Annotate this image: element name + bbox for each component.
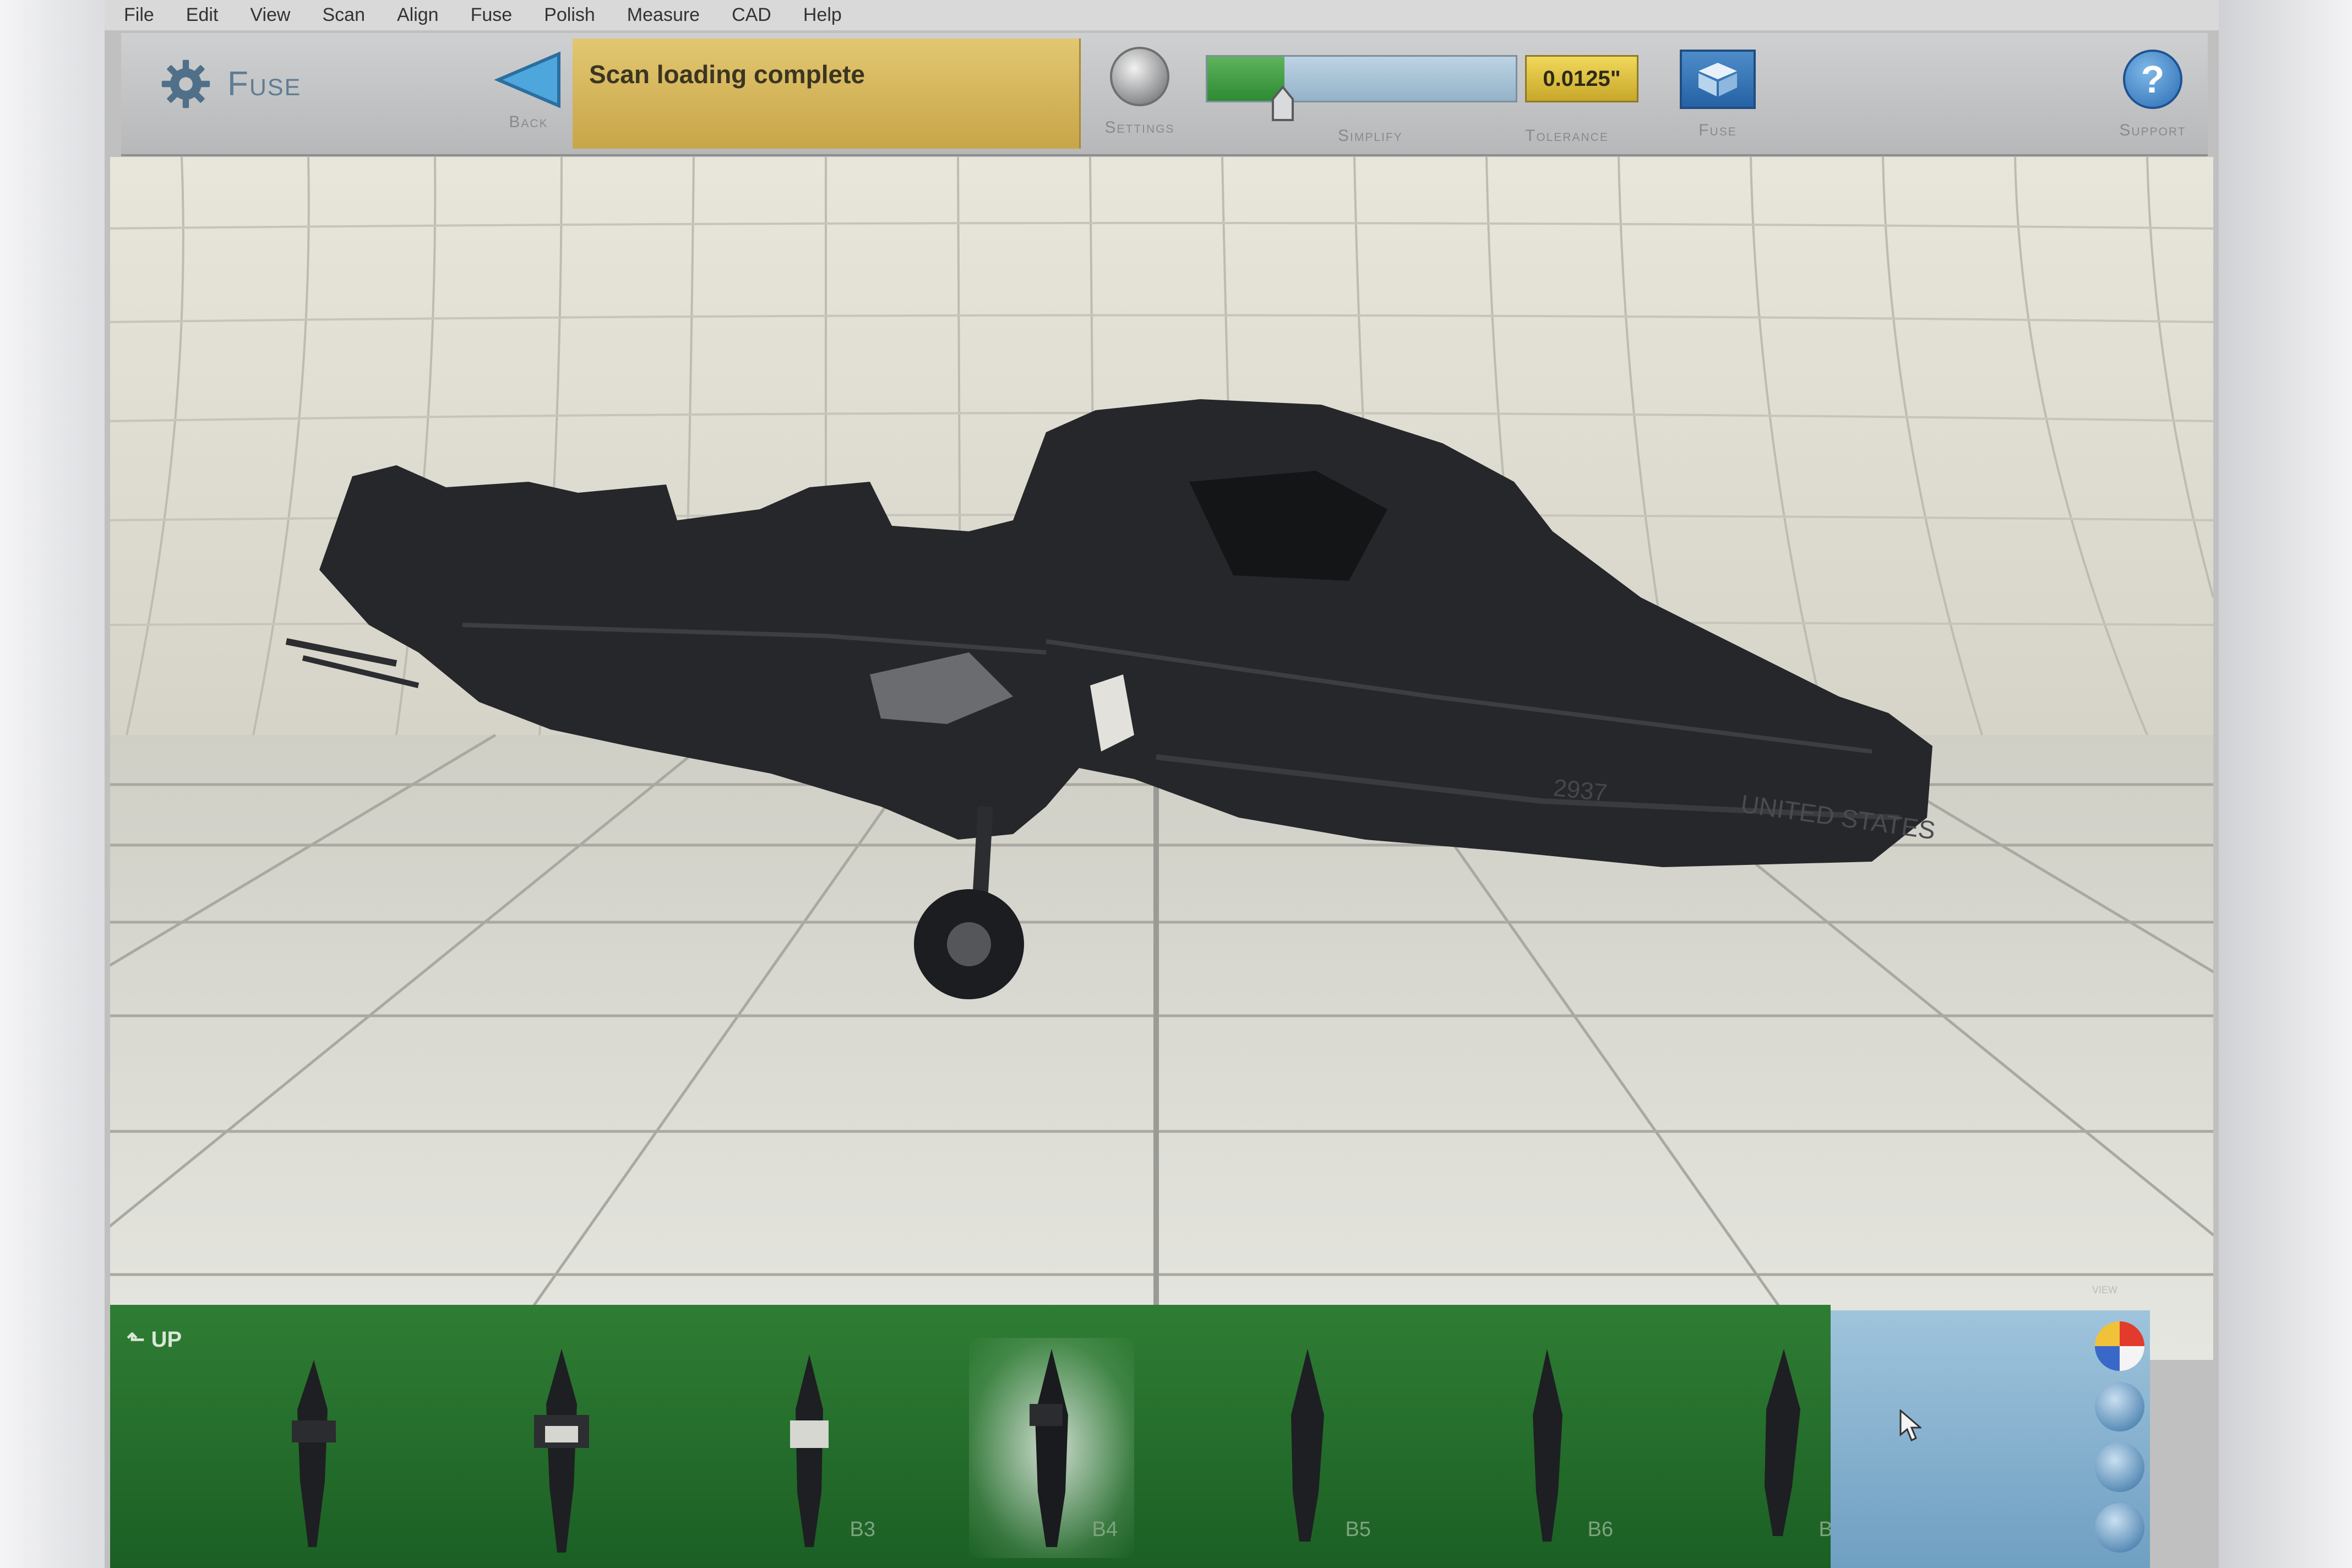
- scan-thumbnail[interactable]: B6: [1464, 1338, 1630, 1558]
- thumbnail-label: B4: [1092, 1518, 1118, 1541]
- settings-label: Settings: [1104, 118, 1175, 137]
- color-wheel-icon[interactable]: [2095, 1321, 2144, 1371]
- view-orb-button[interactable]: [2095, 1382, 2144, 1431]
- cube-icon: [1680, 50, 1756, 109]
- app-name: Fuse: [227, 65, 302, 103]
- toolbar: Fuse Back Scan loading complete Settings…: [121, 33, 2208, 156]
- mouse-cursor-icon: [1899, 1409, 1921, 1442]
- app-title: Fuse: [160, 58, 301, 110]
- thumbnail-label: B6: [1587, 1518, 1613, 1541]
- thumbnail-label: B3: [850, 1518, 875, 1541]
- scan-thumbnail[interactable]: [479, 1338, 644, 1558]
- monitor-bezel-right: [2219, 0, 2352, 1568]
- back-arrow-icon: [494, 51, 560, 108]
- monitor-bezel-left: [0, 0, 105, 1568]
- bottom-panel: ⬑ UP B3 B4 B5 B6: [110, 1305, 2213, 1568]
- screen: File Edit View Scan Align Fuse Polish Me…: [105, 0, 2219, 1568]
- tolerance-value: 0.0125": [1543, 66, 1621, 91]
- support-label: Support: [2119, 121, 2186, 139]
- menu-fuse[interactable]: Fuse: [471, 4, 513, 26]
- status-message: Scan loading complete: [589, 60, 865, 89]
- simplify-control: 0.0125" Simplify Tolerance: [1206, 55, 1646, 149]
- svg-text:2937: 2937: [1552, 774, 1608, 807]
- simplify-slider[interactable]: [1206, 55, 1517, 102]
- menu-polish[interactable]: Polish: [544, 4, 595, 26]
- back-button[interactable]: Back: [473, 50, 584, 149]
- tolerance-field[interactable]: 0.0125": [1525, 55, 1638, 102]
- menu-align[interactable]: Align: [397, 4, 439, 26]
- settings-button[interactable]: Settings: [1085, 47, 1195, 146]
- menu-file[interactable]: File: [124, 4, 154, 26]
- menu-scan[interactable]: Scan: [322, 4, 365, 26]
- simplify-label: Simplify: [1338, 127, 1403, 145]
- back-label: Back: [509, 113, 548, 131]
- menu-view[interactable]: View: [250, 4, 290, 26]
- gear-icon: [161, 59, 210, 108]
- menu-help[interactable]: Help: [803, 4, 842, 26]
- fuse-button[interactable]: Fuse: [1663, 50, 1773, 149]
- up-button[interactable]: ⬑ UP: [127, 1327, 182, 1352]
- menu-bar: File Edit View Scan Align Fuse Polish Me…: [105, 0, 2219, 30]
- scan-thumbnail[interactable]: [231, 1338, 396, 1558]
- scan-thumbnail[interactable]: B5: [1222, 1338, 1387, 1558]
- view-orb-button[interactable]: [2095, 1442, 2144, 1492]
- menu-measure[interactable]: Measure: [627, 4, 700, 26]
- up-label: UP: [151, 1327, 182, 1352]
- thumbnail-label: B5: [1345, 1518, 1371, 1541]
- settings-knob-icon: [1110, 47, 1169, 106]
- scan-thumbnail-selected[interactable]: B4: [969, 1338, 1134, 1558]
- helicopter-thumbnail-icon: [534, 1349, 589, 1553]
- view-orb-button[interactable]: [2095, 1503, 2144, 1553]
- slider-handle-icon[interactable]: [1271, 86, 1295, 121]
- scan-thumbnail[interactable]: B3: [727, 1338, 892, 1558]
- menu-edit[interactable]: Edit: [186, 4, 219, 26]
- 3d-viewport[interactable]: UNITED STATES 2937 view: [110, 157, 2213, 1360]
- viewport-scene: UNITED STATES 2937: [110, 157, 2213, 1360]
- view-controls-panel: [1831, 1310, 2150, 1568]
- help-icon: ?: [2123, 50, 2182, 109]
- view-label: view: [2092, 1280, 2118, 1297]
- up-arrow-icon: ⬑: [127, 1327, 145, 1352]
- scan-thumbnail-strip: ⬑ UP B3 B4 B5 B6: [110, 1305, 1844, 1568]
- helicopter-thumbnail-icon: [292, 1360, 336, 1547]
- status-bar: Scan loading complete: [573, 39, 1081, 149]
- menu-cad[interactable]: CAD: [732, 4, 771, 26]
- fuse-label: Fuse: [1698, 121, 1737, 139]
- support-button[interactable]: ? Support: [2103, 50, 2202, 149]
- tolerance-label: Tolerance: [1525, 127, 1609, 145]
